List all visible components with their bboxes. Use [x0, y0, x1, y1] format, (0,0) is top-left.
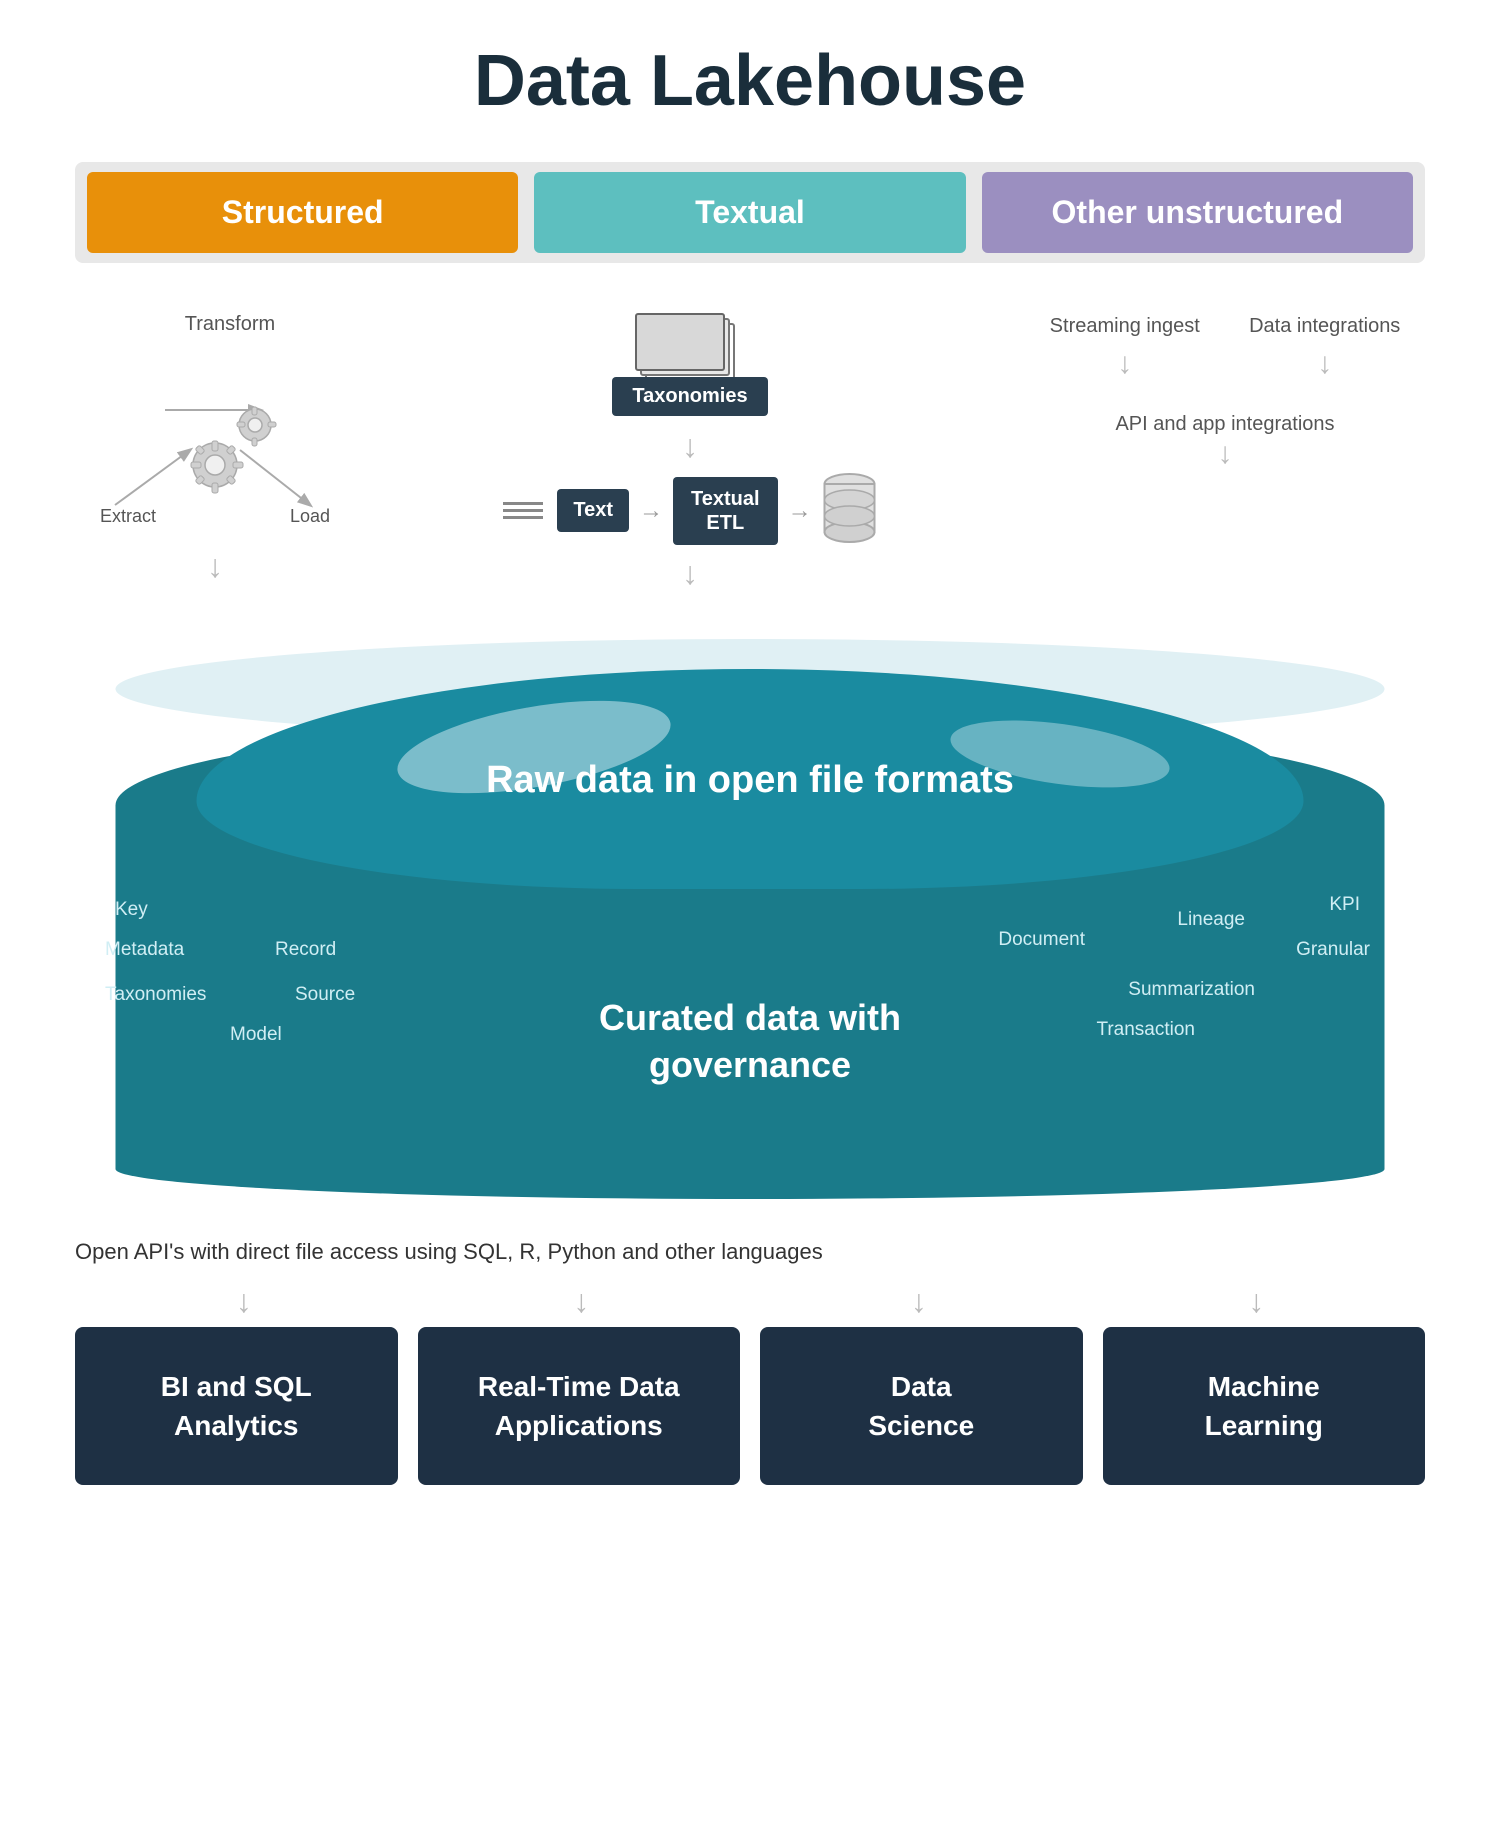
open-api-text: Open API's with direct file access using…: [75, 1239, 1425, 1265]
api-integrations-col: API and app integrations ↓: [1115, 411, 1334, 471]
api-integrations-label: API and app integrations: [1115, 411, 1334, 437]
db-icon: [822, 472, 877, 549]
svg-text:Extract: Extract: [100, 506, 156, 526]
tag-lineage: Lineage: [1177, 909, 1245, 931]
tag-granular: Granular: [1296, 939, 1370, 961]
taxonomies-down-arrow: ↓: [682, 430, 698, 462]
streaming-block: Streaming ingest ↓ Data integrations ↓ A…: [1025, 313, 1425, 471]
api-integrations-arrow: ↓: [1115, 437, 1334, 471]
pipeline-arrow-1: →: [639, 497, 663, 525]
output-arrow-ds: ↓: [779, 1285, 1059, 1317]
output-box-realtime: Real-Time DataApplications: [418, 1327, 741, 1485]
page-title: Data Lakehouse: [474, 40, 1026, 122]
badge-unstructured: Other unstructured: [982, 172, 1413, 253]
data-integrations-col: Data integrations ↓: [1249, 313, 1400, 381]
output-box-datascience: DataScience: [760, 1327, 1083, 1485]
svg-text:Load: Load: [290, 506, 330, 526]
pipeline-arrow-2: →: [788, 497, 812, 525]
tag-kpi: KPI: [1329, 894, 1360, 916]
tag-key: Key: [115, 899, 148, 921]
tag-taxonomies: Taxonomies: [105, 984, 206, 1006]
etl-diagram: Extract Load: [85, 350, 345, 550]
taxonomies-stack: Taxonomies: [612, 313, 767, 416]
output-arrow-realtime: ↓: [441, 1285, 721, 1317]
arrow-ds: ↓: [911, 1285, 927, 1317]
etl-down-arrow: ↓: [207, 550, 223, 582]
badge-textual: Textual: [534, 172, 965, 253]
arrow-bi: ↓: [236, 1285, 252, 1317]
output-arrow-ml: ↓: [1116, 1285, 1396, 1317]
streaming-arrow: ↓: [1117, 347, 1132, 381]
arrow-ml: ↓: [1248, 1285, 1264, 1317]
tag-record: Record: [275, 939, 336, 961]
data-integrations-arrow: ↓: [1317, 347, 1332, 381]
lake-wrapper: Raw data in open file formats Curated da…: [75, 639, 1425, 1199]
streaming-ingest-col: Streaming ingest ↓: [1050, 313, 1200, 381]
output-arrow-bi: ↓: [104, 1285, 384, 1317]
streaming-row: Streaming ingest ↓ Data integrations ↓: [1025, 313, 1425, 381]
tag-metadata: Metadata: [105, 939, 184, 961]
text-label: Text: [557, 489, 629, 532]
data-types-row: Structured Textual Other unstructured: [75, 162, 1425, 263]
curated-data-label: Curated data withgovernance: [599, 995, 901, 1089]
output-box-ml: MachineLearning: [1103, 1327, 1426, 1485]
output-box-bi: BI and SQLAnalytics: [75, 1327, 398, 1485]
textual-etl-down-arrow: ↓: [682, 557, 698, 589]
ingestion-section: Transform: [75, 313, 1425, 589]
output-boxes-row: BI and SQLAnalytics Real-Time DataApplic…: [75, 1327, 1425, 1485]
lake-oval: Raw data in open file formats Curated da…: [75, 639, 1425, 1199]
arrow-realtime: ↓: [573, 1285, 589, 1317]
tag-transaction: Transaction: [1096, 1019, 1195, 1041]
tag-summarization: Summarization: [1128, 979, 1255, 1001]
raw-data-label: Raw data in open file formats: [486, 759, 1014, 802]
badge-structured: Structured: [87, 172, 518, 253]
tag-document: Document: [998, 929, 1085, 951]
etl-block: Transform: [75, 313, 355, 582]
data-integrations-label: Data integrations: [1249, 313, 1400, 339]
streaming-ingest-label: Streaming ingest: [1050, 313, 1200, 339]
textual-etl-block: Taxonomies ↓ Text → TextualETL →: [480, 313, 900, 589]
taxonomies-label: Taxonomies: [612, 377, 767, 416]
output-arrows-row: ↓ ↓ ↓ ↓: [75, 1285, 1425, 1317]
textual-etl-label: TextualETL: [673, 477, 778, 545]
tag-model: Model: [230, 1024, 282, 1046]
etl-transform-label: Transform: [185, 313, 275, 336]
tag-source: Source: [295, 984, 355, 1006]
textual-pipeline: Text → TextualETL →: [503, 472, 876, 549]
